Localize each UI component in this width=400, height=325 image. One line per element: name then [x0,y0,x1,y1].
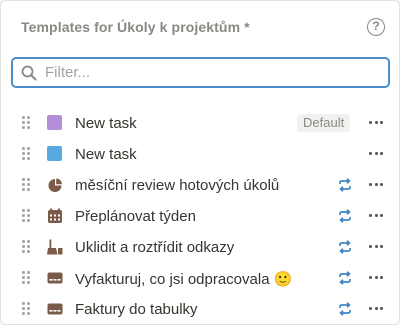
drag-handle-icon[interactable] [22,271,30,285]
templates-panel: Templates for Úkoly k projektům * ? New … [0,0,400,325]
card-icon [47,272,63,284]
broom-icon [47,239,63,255]
drag-handle-icon[interactable] [22,240,30,254]
template-label: měsíční review hotových úkolů [75,177,280,194]
purple-square-icon [47,115,63,131]
template-row[interactable]: Uklidit a roztřídit odkazy [1,231,399,262]
template-label: Vyfakturuj, co jsi odpracovala 🙂 [75,271,293,288]
template-label: Přeplánovat týden [75,208,196,225]
help-icon[interactable]: ? [367,18,385,36]
panel-title: Templates for Úkoly k projektům * [21,19,250,35]
drag-handle-icon[interactable] [22,147,30,161]
calendar-icon [48,208,62,223]
drag-handle-icon[interactable] [22,178,30,192]
repeat-icon[interactable] [337,177,353,193]
blue-square-icon [47,146,63,162]
filter-box[interactable] [11,57,390,88]
repeat-icon[interactable] [337,270,353,286]
search-icon [21,65,37,80]
template-label: Faktury do tabulky [75,301,198,318]
panel-header: Templates for Úkoly k projektům * ? [21,17,387,37]
more-options-icon[interactable] [368,307,384,311]
more-options-icon[interactable] [368,121,384,125]
template-list: New task Default New task měsíční review… [1,107,399,324]
drag-handle-icon[interactable] [22,209,30,223]
default-badge: Default [297,114,351,132]
pie-chart-icon [48,178,62,192]
repeat-icon[interactable] [337,301,353,317]
filter-input[interactable] [45,64,365,81]
template-label: New task [75,146,137,163]
drag-handle-icon[interactable] [22,116,30,130]
repeat-icon[interactable] [337,208,353,224]
template-row[interactable]: Faktury do tabulky [1,293,399,324]
more-options-icon[interactable] [368,183,384,187]
repeat-icon[interactable] [337,239,353,255]
template-row[interactable]: měsíční review hotových úkolů [1,169,399,200]
more-options-icon[interactable] [368,152,384,156]
more-options-icon[interactable] [368,276,384,280]
template-row[interactable]: Vyfakturuj, co jsi odpracovala 🙂 [1,262,399,293]
card-icon [47,303,63,315]
more-options-icon[interactable] [368,245,384,249]
template-row[interactable]: New task Default [1,107,399,138]
drag-handle-icon[interactable] [22,302,30,316]
template-row[interactable]: New task [1,138,399,169]
template-row[interactable]: Přeplánovat týden [1,200,399,231]
template-label: New task [75,115,137,132]
template-label: Uklidit a roztřídit odkazy [75,239,235,256]
more-options-icon[interactable] [368,214,384,218]
